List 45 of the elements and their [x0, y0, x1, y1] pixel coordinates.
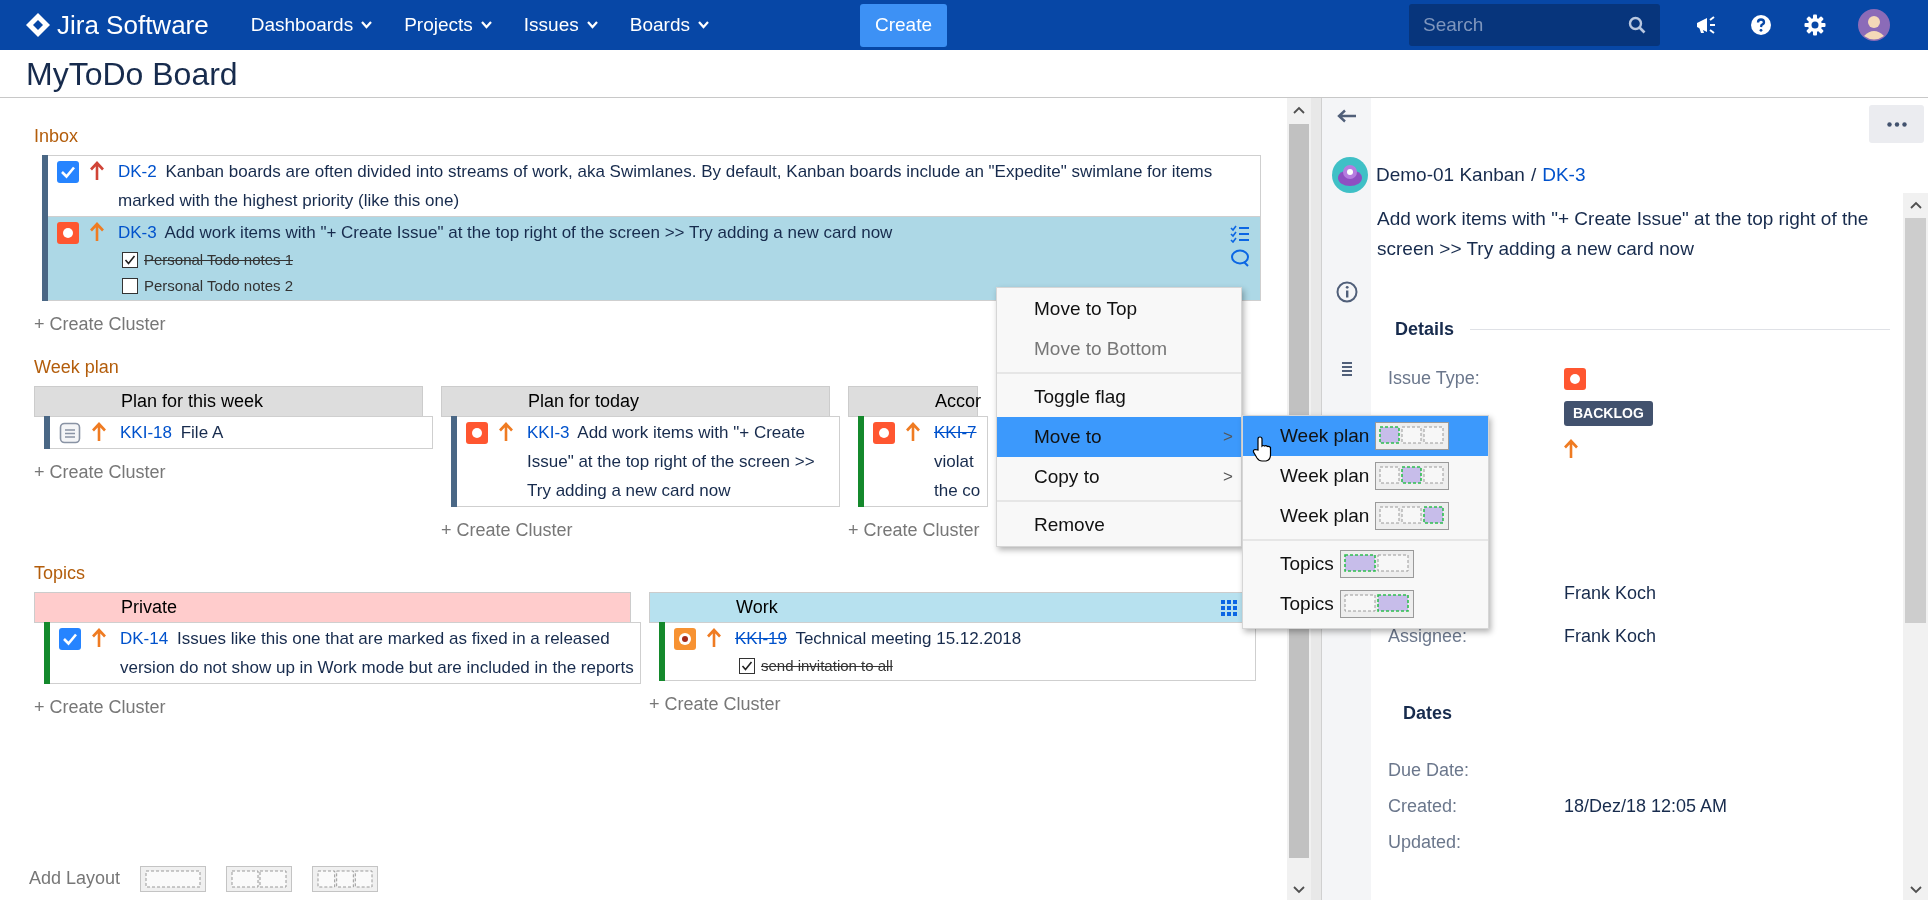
card-text: DK-2 Kanban boards are often divided into streams of work, aka Swimlanes. By default, Kanban boards include an "Expedite" swimlane for items marked with the highest priority (like this one) [118, 161, 1214, 212]
subtask-label: Personal Todo notes 1 [144, 249, 293, 270]
menu-item-label: Toggle flag [1034, 384, 1126, 409]
menu-item-label: Copy to [1034, 464, 1100, 489]
submenu-arrow: > [1223, 466, 1233, 489]
menu-item-label: Week plan [1280, 463, 1370, 488]
field-label: Issue Type: [1388, 368, 1480, 388]
subtask-label: send invitation to all [761, 655, 893, 676]
card-text: KKI-3 Add work items with "+ Create Issue" at the top right of the screen >> Try adding a new card now [527, 422, 816, 502]
add-layout-label: Add Layout [29, 867, 121, 890]
issue-summary: Add work items with "+ Create Issue" at the top right of the screen >> Try adding a new card now [1377, 207, 1870, 261]
section-title: Inbox [34, 125, 80, 148]
card-text: DK-14 Issues like this one that are marked as fixed in a released version do not show up in Work mode but are included in the reports [120, 628, 635, 679]
section-heading: Details [1395, 318, 1455, 341]
column-title: Plan for this week [121, 390, 264, 413]
menu-item-label: Move to Bottom [1034, 336, 1168, 361]
section-title: Week plan [34, 356, 120, 379]
field-label: Updated: [1388, 831, 1462, 852]
field-value: Frank Koch [1564, 625, 1657, 648]
menu-item-label: Topics [1280, 551, 1334, 576]
subtask-label: Personal Todo notes 2 [144, 275, 293, 296]
column-title: Work [736, 596, 778, 619]
menu-item-label: Week plan [1280, 423, 1370, 448]
menu-item-label: Week plan [1280, 503, 1370, 528]
field-value: 18/Dez/18 12:05 AM [1564, 794, 1728, 818]
board-title: MyToDo Board [26, 57, 238, 90]
card-text: KKI-7 violat the co [934, 422, 982, 502]
card-text: KKI-19 Technical meeting 15.12.2018 [735, 628, 1023, 650]
menu-item-label: Remove [1034, 512, 1105, 537]
card-text: DK-3 Add work items with "+ Create Issue" at the top right of the screen >> Try adding a new card now [118, 222, 894, 244]
card-text: KKI-18 File A [120, 422, 225, 444]
field-label: Due Date: [1388, 759, 1470, 780]
breadcrumb-separator: / [1530, 162, 1537, 187]
product-logo-text: Jira Software [57, 12, 209, 38]
column-title: Private [121, 596, 178, 619]
field-label: Created: [1388, 795, 1458, 816]
submenu-arrow: > [1223, 426, 1233, 449]
field-label: Assignee: [1388, 626, 1468, 646]
menu-item-label: Move to [1034, 424, 1102, 449]
field-value: Frank Koch [1564, 582, 1657, 605]
status-badge: BACKLOG [1564, 401, 1653, 426]
column-title: Accor [935, 390, 981, 413]
menu-item-label: Topics [1280, 591, 1334, 616]
column-title: Plan for today [528, 390, 640, 413]
section-heading: Dates [1402, 702, 1454, 725]
